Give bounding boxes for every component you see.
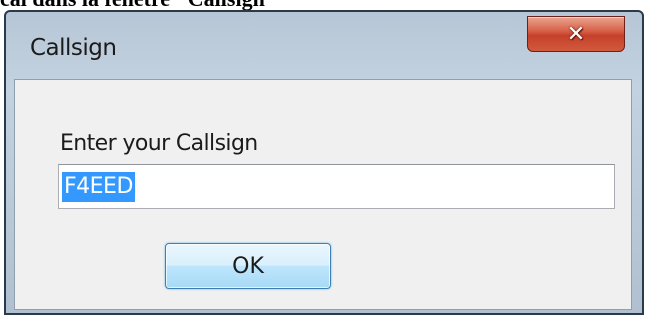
ok-button[interactable]: OK	[165, 243, 331, 289]
callsign-input[interactable]: F4EED	[58, 164, 615, 209]
callsign-input-value: F4EED	[62, 172, 135, 202]
dialog-content: Enter your Callsign F4EED OK	[14, 79, 632, 310]
close-button[interactable]: ✕	[527, 16, 625, 52]
callsign-dialog-window: Callsign ✕ Enter your Callsign F4EED OK	[4, 10, 644, 315]
window-title: Callsign	[30, 35, 117, 61]
callsign-prompt-label: Enter your Callsign	[60, 131, 258, 156]
page-caption: cal dans la fenêtre "Callsign	[0, 0, 648, 10]
close-icon: ✕	[566, 21, 586, 47]
